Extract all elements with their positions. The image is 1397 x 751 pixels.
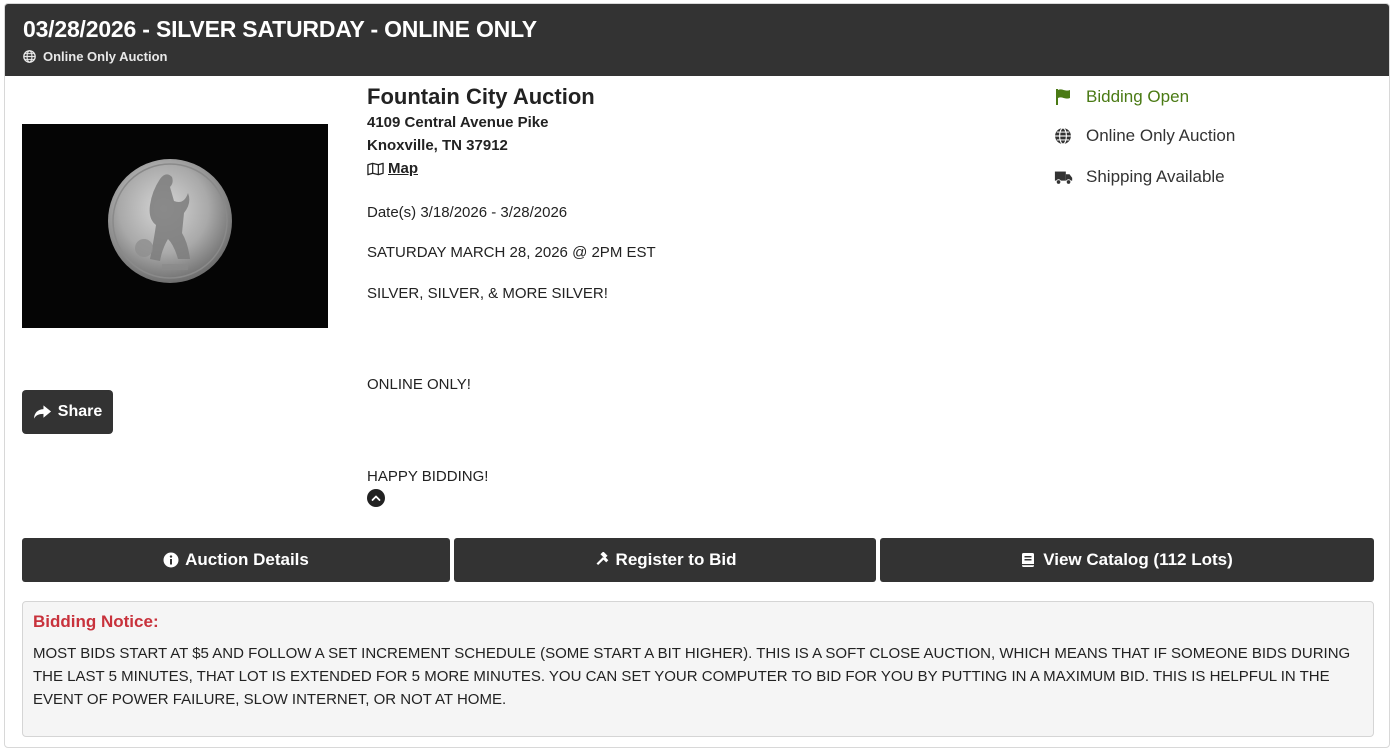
map-link[interactable]: Map xyxy=(367,160,418,177)
auction-type-label: Online Only Auction xyxy=(43,49,168,64)
description-line: SILVER, SILVER, & MORE SILVER! xyxy=(367,285,608,302)
auctioneer-name: Fountain City Auction xyxy=(367,84,595,109)
auction-photo[interactable] xyxy=(22,124,328,328)
status-label: Online Only Auction xyxy=(1086,126,1236,145)
register-to-bid-button[interactable]: Register to Bid xyxy=(454,538,876,582)
description-line: HAPPY BIDDING! xyxy=(367,468,489,485)
bidding-notice: Bidding Notice: MOST BIDS START AT $5 AN… xyxy=(22,601,1374,737)
auction-dates: Date(s) 3/18/2026 - 3/28/2026 xyxy=(367,204,568,221)
share-icon xyxy=(33,404,52,420)
share-label: Share xyxy=(57,403,103,420)
auction-card: 03/28/2026 - SILVER SATURDAY - ONLINE ON… xyxy=(4,3,1390,748)
flag-icon xyxy=(1054,88,1074,106)
description-line: ONLINE ONLY! xyxy=(367,376,471,393)
auction-details-label: Auction Details xyxy=(185,550,309,569)
book-icon xyxy=(1021,552,1037,568)
register-label: Register to Bid xyxy=(615,550,737,569)
auction-details-button[interactable]: Auction Details xyxy=(22,538,450,582)
info-icon xyxy=(163,552,179,568)
globe-icon xyxy=(23,50,36,63)
auction-header: 03/28/2026 - SILVER SATURDAY - ONLINE ON… xyxy=(5,4,1389,76)
status-online-only: Online Only Auction xyxy=(1054,126,1235,146)
auction-type-subtitle: Online Only Auction xyxy=(23,49,167,64)
address-line-1: 4109 Central Avenue Pike xyxy=(367,114,549,131)
bidding-notice-title: Bidding Notice: xyxy=(33,612,159,631)
address-line-2: Knoxville, TN 37912 xyxy=(367,137,508,154)
status-bidding-open: Bidding Open xyxy=(1054,87,1189,107)
bidding-notice-text: MOST BIDS START AT $5 AND FOLLOW A SET I… xyxy=(33,645,1351,708)
view-catalog-label: View Catalog (112 Lots) xyxy=(1043,550,1233,569)
globe-icon xyxy=(1054,127,1074,145)
action-button-bar: Auction Details Register to Bid View Cat… xyxy=(22,538,1374,582)
chevron-up-icon xyxy=(371,493,381,503)
gavel-icon xyxy=(594,552,610,568)
view-catalog-button[interactable]: View Catalog (112 Lots) xyxy=(880,538,1374,582)
collapse-description-button[interactable] xyxy=(367,489,385,507)
status-shipping: Shipping Available xyxy=(1054,167,1225,187)
description-line: SATURDAY MARCH 28, 2026 @ 2PM EST xyxy=(367,244,656,261)
status-label: Shipping Available xyxy=(1086,167,1225,186)
coin-image xyxy=(22,124,328,328)
truck-icon xyxy=(1054,168,1074,186)
map-label: Map xyxy=(388,160,418,177)
map-icon xyxy=(367,162,384,176)
share-button[interactable]: Share xyxy=(22,390,113,434)
status-label: Bidding Open xyxy=(1086,87,1190,106)
auction-title: 03/28/2026 - SILVER SATURDAY - ONLINE ON… xyxy=(23,16,537,42)
